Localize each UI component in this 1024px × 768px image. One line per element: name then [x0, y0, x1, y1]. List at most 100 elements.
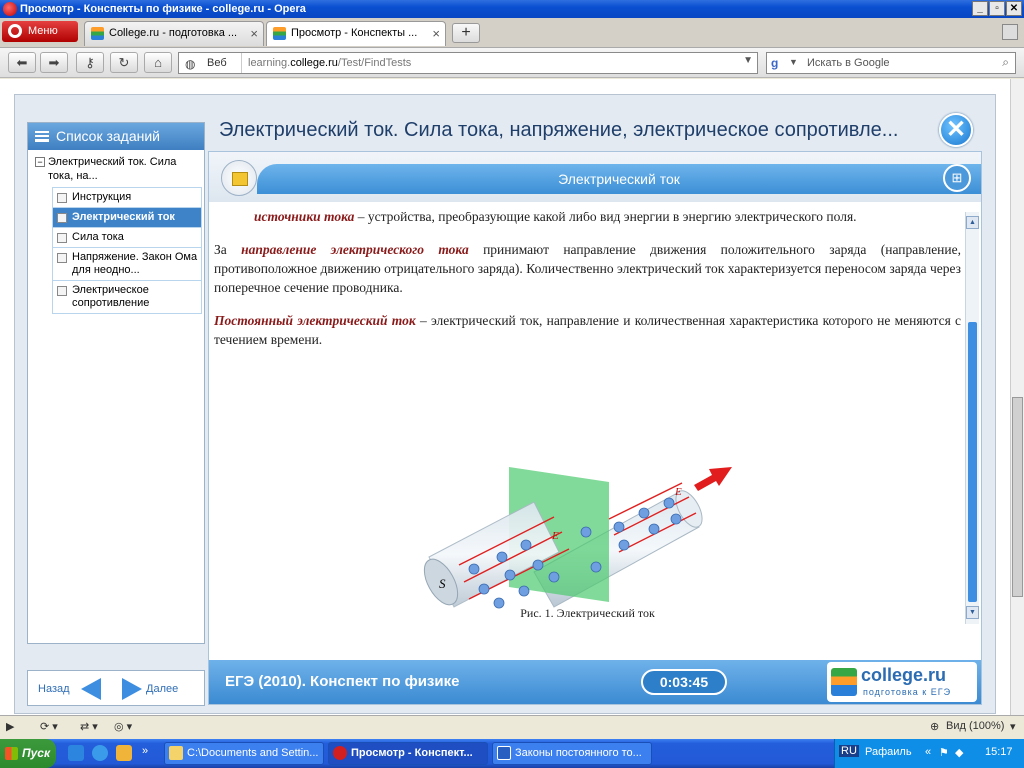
notes-icon[interactable]: [221, 160, 257, 196]
college-logo[interactable]: college.ru подготовка к ЕГЭ: [827, 662, 977, 702]
more-icon[interactable]: »: [142, 745, 148, 757]
grid-icon[interactable]: ⊞: [943, 164, 971, 192]
list-icon: [35, 131, 49, 142]
logo-tagline: подготовка к ЕГЭ: [863, 687, 952, 697]
task-opera[interactable]: Просмотр - Конспект...: [328, 742, 488, 765]
word-icon: [497, 746, 511, 760]
globe-icon: ◍: [185, 57, 196, 71]
sidebar-item-label: Электрический ток: [72, 211, 175, 223]
forward-button[interactable]: ➡: [40, 52, 68, 73]
trash-icon[interactable]: [1002, 24, 1018, 40]
search-field[interactable]: g ▼ Искать в Google ⌕: [766, 52, 1016, 74]
sidebar-item-resistance[interactable]: Электрическое сопротивление: [52, 281, 202, 314]
key-icon[interactable]: ⚷: [76, 52, 104, 73]
pager: Назад Далее: [27, 670, 205, 706]
college-favicon-icon: [91, 27, 104, 40]
page-scrollbar[interactable]: [1010, 79, 1024, 715]
sync-icon[interactable]: ⟳ ▾: [40, 720, 58, 733]
desktop-icon[interactable]: [68, 745, 84, 761]
arrow-right-icon[interactable]: [122, 678, 142, 700]
tab-label: College.ru - подготовка ...: [109, 27, 238, 39]
chevron-down-icon[interactable]: ▼: [789, 57, 798, 67]
content-frame: Электрический ток ⊞ источники тока – уст…: [208, 151, 982, 705]
checkbox-icon: [57, 213, 67, 223]
sidebar-item-label: Инструкция: [72, 191, 132, 203]
opera-icon: [3, 2, 17, 16]
content-footer: ЕГЭ (2010). Конспект по физике 0:03:45 c…: [209, 660, 981, 704]
address-field[interactable]: ◍ Веб learning.college.ru/Test/FindTests…: [178, 52, 758, 74]
volume-icon[interactable]: ◆: [955, 746, 963, 759]
scroll-up-icon[interactable]: ▲: [966, 216, 979, 229]
paragraph-3: Постоянный электрический ток – электриче…: [214, 313, 961, 347]
language-indicator[interactable]: RU: [839, 745, 859, 757]
unite-icon[interactable]: ⇄ ▾: [80, 720, 98, 733]
close-window-button[interactable]: ✕: [1006, 1, 1022, 16]
network-icon[interactable]: ⚑: [939, 746, 949, 759]
task-label: C:\Documents and Settin...: [187, 747, 319, 759]
task-label: Законы постоянного то...: [515, 747, 642, 759]
zoom-level[interactable]: Вид (100%): [946, 720, 1004, 732]
window-title: Просмотр - Конспекты по физике - college…: [20, 3, 306, 15]
field-label: E: [551, 530, 559, 542]
timer: 0:03:45: [641, 669, 727, 695]
checkbox-icon: [57, 193, 67, 203]
tab-close-icon[interactable]: ×: [250, 22, 258, 45]
url-text[interactable]: learning.college.ru/Test/FindTests: [241, 53, 411, 73]
navigation-bar: ⬅ ➡ ⚷ ↻ ⌂ ◍ Веб learning.college.ru/Test…: [0, 48, 1024, 78]
search-icon[interactable]: ⌕: [1002, 55, 1009, 70]
system-tray: RU Рафаиль « ⚑ ◆ 15:17: [834, 739, 1024, 768]
maximize-button[interactable]: ▫: [989, 1, 1005, 16]
tab-prosmotr[interactable]: Просмотр - Конспекты ... ×: [266, 21, 446, 46]
electric-current-figure: S E E: [423, 467, 732, 609]
task-word[interactable]: Законы постоянного то...: [492, 742, 652, 765]
task-list-header: Список заданий: [28, 123, 204, 150]
checkbox-icon: [57, 286, 67, 296]
user-name: Рафаиль: [865, 746, 912, 758]
sidebar-item-instruction[interactable]: Инструкция: [52, 187, 202, 208]
task-list-panel: Список заданий − Электрический ток. Сила…: [27, 122, 205, 644]
tree-root-label: Электрический ток. Сила тока, на...: [48, 156, 177, 182]
google-icon[interactable]: g: [771, 56, 785, 70]
back-button[interactable]: ⬅: [8, 52, 36, 73]
tray-expand-icon[interactable]: «: [925, 746, 931, 758]
outlook-icon[interactable]: [116, 745, 132, 761]
chevron-down-icon[interactable]: ▾: [1010, 720, 1016, 733]
zoom-icon[interactable]: ⊕: [930, 720, 939, 733]
close-icon[interactable]: ✕: [939, 113, 973, 147]
clock: 15:17: [985, 746, 1013, 758]
next-link[interactable]: Далее: [146, 679, 178, 699]
scrollbar-thumb[interactable]: [1012, 397, 1023, 597]
ie-icon[interactable]: [92, 745, 108, 761]
scroll-down-icon[interactable]: ▼: [966, 606, 979, 619]
new-tab-button[interactable]: +: [452, 23, 480, 43]
tab-bar: Меню College.ru - подготовка ... × Просм…: [0, 18, 1024, 48]
tree-root-item[interactable]: − Электрический ток. Сила тока, на...: [28, 150, 204, 187]
opera-menu-button[interactable]: Меню: [2, 21, 78, 42]
home-button[interactable]: ⌂: [144, 52, 172, 73]
course-title: ЕГЭ (2010). Конспект по физике: [225, 673, 460, 690]
reload-button[interactable]: ↻: [110, 52, 138, 73]
menu-label: Меню: [28, 25, 58, 37]
arrow-left-icon[interactable]: [81, 678, 101, 700]
back-link[interactable]: Назад: [38, 679, 70, 699]
area-label: S: [439, 576, 446, 591]
start-button[interactable]: Пуск: [0, 739, 56, 768]
tab-college[interactable]: College.ru - подготовка ... ×: [84, 21, 264, 46]
taskbar: Пуск » C:\Documents and Settin... Просмо…: [0, 739, 1024, 768]
minimize-button[interactable]: _: [972, 1, 988, 16]
sidebar-item-voltage[interactable]: Напряжение. Закон Ома для неодно...: [52, 248, 202, 281]
books-icon: [831, 668, 857, 696]
scrollbar-thumb[interactable]: [968, 322, 977, 602]
task-explorer[interactable]: C:\Documents and Settin...: [164, 742, 324, 765]
sidebar-item-current-strength[interactable]: Сила тока: [52, 228, 202, 248]
task-list-title: Список заданий: [56, 128, 161, 144]
panel-toggle-icon[interactable]: ▶: [6, 720, 14, 733]
chevron-down-icon[interactable]: ▼: [743, 55, 753, 66]
current-direction-arrow: [694, 467, 732, 491]
sidebar-item-electric-current[interactable]: Электрический ток: [52, 208, 202, 228]
web-label: Веб: [207, 57, 227, 69]
collapse-icon[interactable]: −: [35, 157, 45, 167]
content-scrollbar[interactable]: ▲ ▼: [965, 212, 979, 624]
tab-close-icon[interactable]: ×: [432, 22, 440, 45]
turbo-icon[interactable]: ◎ ▾: [114, 720, 132, 733]
